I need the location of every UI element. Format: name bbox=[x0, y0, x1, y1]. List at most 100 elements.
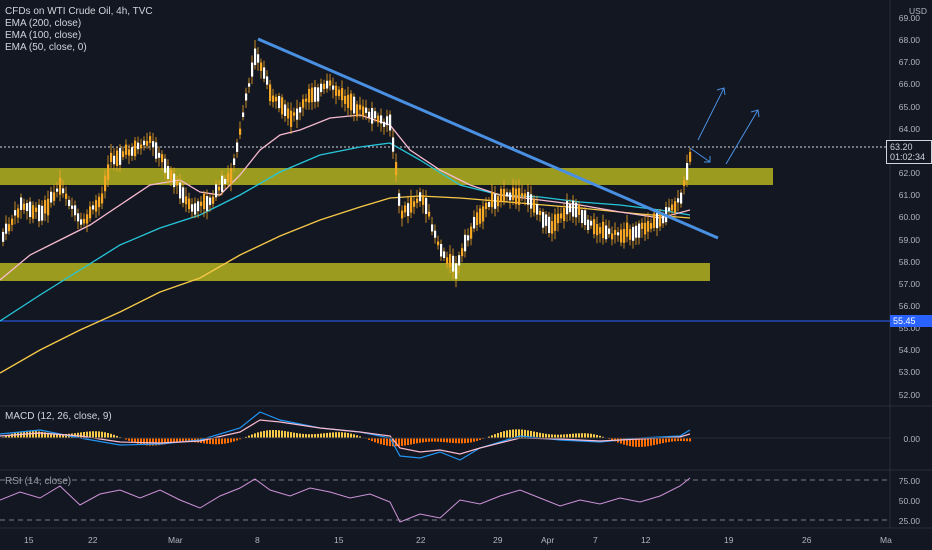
candle-body bbox=[8, 224, 11, 232]
macd-bar bbox=[650, 438, 652, 446]
candle-body bbox=[62, 188, 65, 194]
candle-body bbox=[548, 216, 551, 233]
candle-body bbox=[86, 214, 89, 224]
price-tick: 60.00 bbox=[898, 212, 920, 223]
candle-body bbox=[623, 228, 626, 243]
chart-canvas[interactable] bbox=[0, 0, 932, 550]
candle-body bbox=[203, 193, 206, 210]
candle-body bbox=[554, 214, 557, 231]
macd-bar bbox=[506, 430, 508, 438]
candle-body bbox=[680, 192, 683, 204]
candle-body bbox=[275, 96, 278, 102]
macd-bar bbox=[233, 438, 235, 442]
candle-body bbox=[416, 198, 419, 203]
candle-body bbox=[260, 62, 263, 71]
candle-body bbox=[425, 197, 428, 214]
candle-body bbox=[491, 192, 494, 208]
time-label: 12 bbox=[641, 535, 651, 545]
rsi-tick-50: 50.00 bbox=[898, 496, 920, 506]
macd-bar bbox=[566, 434, 568, 438]
time-label: 15 bbox=[334, 535, 344, 545]
candle-body bbox=[410, 197, 413, 213]
macd-bar bbox=[653, 438, 655, 446]
candle-body bbox=[224, 178, 227, 185]
candle-body bbox=[461, 248, 464, 257]
candle-body bbox=[236, 142, 239, 152]
macd-bar bbox=[572, 433, 574, 438]
macd-bar bbox=[512, 429, 514, 438]
macd-bar bbox=[659, 438, 661, 444]
macd-bar bbox=[587, 433, 589, 438]
candle-body bbox=[242, 112, 245, 117]
macd-bar bbox=[440, 438, 442, 442]
rsi-tick-75: 75.00 bbox=[898, 476, 920, 486]
macd-bar bbox=[383, 438, 385, 446]
macd-bar bbox=[437, 438, 439, 442]
macd-bar bbox=[323, 433, 325, 438]
candle-body bbox=[140, 144, 143, 149]
candle-body bbox=[620, 229, 623, 243]
candle-body bbox=[218, 186, 221, 191]
macd-bar bbox=[332, 432, 334, 438]
macd-bar bbox=[449, 438, 451, 443]
macd-bar bbox=[347, 432, 349, 438]
candle-body bbox=[332, 85, 335, 90]
macd-bar bbox=[443, 438, 445, 443]
macd-bar bbox=[434, 438, 436, 442]
macd-bar bbox=[287, 431, 289, 438]
macd-bar bbox=[308, 434, 310, 438]
candle-body bbox=[245, 93, 248, 101]
candle-body bbox=[209, 197, 212, 205]
resistance-zone[interactable] bbox=[0, 168, 773, 185]
candle-body bbox=[92, 205, 95, 210]
macd-bar bbox=[218, 438, 220, 445]
macd-bar bbox=[548, 434, 550, 438]
candle-body bbox=[290, 110, 293, 127]
candle-body bbox=[446, 257, 449, 265]
candle-body bbox=[239, 128, 242, 135]
macd-zero-tick: 0.00 bbox=[903, 434, 920, 444]
candle-body bbox=[107, 164, 110, 181]
candle-body bbox=[179, 182, 182, 199]
candle-body bbox=[341, 88, 344, 101]
macd-bar bbox=[281, 430, 283, 438]
price-tick: 62.00 bbox=[898, 168, 920, 179]
candle-body bbox=[488, 202, 491, 207]
candle-body bbox=[122, 151, 125, 158]
time-label: 29 bbox=[493, 535, 503, 545]
time-label: Apr bbox=[541, 535, 555, 545]
macd-bar bbox=[293, 432, 295, 438]
candle-body bbox=[14, 210, 17, 216]
projection-arrows[interactable] bbox=[689, 87, 760, 165]
candle-body bbox=[368, 111, 371, 118]
macd-bar bbox=[224, 438, 226, 444]
candle-body bbox=[320, 83, 323, 93]
candle-body bbox=[347, 94, 350, 108]
macd-bar bbox=[314, 434, 316, 438]
candle-body bbox=[593, 219, 596, 235]
candle-body bbox=[2, 231, 5, 242]
candle-body bbox=[254, 48, 257, 66]
support-zone[interactable] bbox=[0, 263, 710, 281]
descending-trendline[interactable] bbox=[257, 37, 719, 240]
candle-body bbox=[677, 198, 680, 203]
candle-body bbox=[596, 223, 599, 236]
candle-body bbox=[566, 201, 569, 215]
macd-bar bbox=[416, 438, 418, 444]
candle-body bbox=[605, 225, 608, 240]
price-tick: 52.00 bbox=[898, 389, 920, 400]
candle-body bbox=[32, 205, 35, 219]
candle-body bbox=[269, 84, 272, 102]
candle-body bbox=[164, 158, 167, 173]
candle-body bbox=[599, 227, 602, 234]
candle-body bbox=[647, 221, 650, 232]
candle-body bbox=[356, 104, 359, 117]
candle-body bbox=[689, 152, 692, 162]
candle-body bbox=[299, 107, 302, 113]
price-tick: 57.00 bbox=[898, 278, 920, 289]
macd-bar bbox=[296, 433, 298, 438]
candle-body bbox=[419, 192, 422, 202]
macd-bar bbox=[299, 433, 301, 438]
candle-body bbox=[248, 83, 251, 87]
candle-body bbox=[104, 175, 107, 192]
